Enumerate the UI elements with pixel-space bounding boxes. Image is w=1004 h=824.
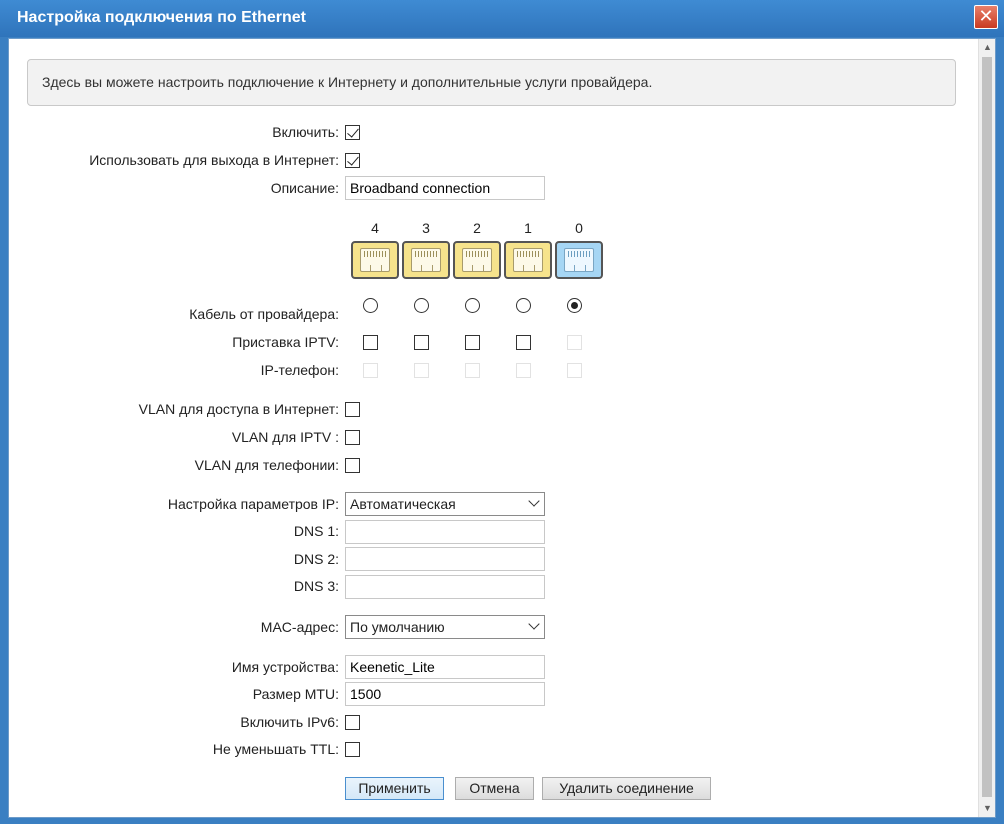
label-dns1: DNS 1: — [293, 523, 339, 539]
use-internet-checkbox[interactable] — [345, 153, 360, 168]
label-cable: Кабель от провайдера: — [189, 306, 339, 322]
enable-checkbox[interactable] — [345, 125, 360, 140]
device-name-input[interactable] — [345, 655, 545, 679]
iptv-port-1-checkbox[interactable] — [516, 335, 531, 350]
mac-value: По умолчанию — [350, 619, 445, 635]
ttl-checkbox[interactable] — [345, 742, 360, 757]
label-vlan-phone: VLAN для телефонии: — [194, 457, 339, 473]
chevron-down-icon — [528, 495, 540, 507]
vertical-scrollbar[interactable]: ▲ ▼ — [978, 39, 995, 817]
dns2-input[interactable] — [345, 547, 545, 571]
wan-port-icon — [555, 241, 603, 279]
iptv-port-2-checkbox[interactable] — [465, 335, 480, 350]
ethernet-port-icon — [453, 241, 501, 279]
dialog-content: Здесь вы можете настроить подключение к … — [8, 38, 996, 818]
ethernet-port-icon — [402, 241, 450, 279]
label-ipv6: Включить IPv6: — [240, 714, 339, 730]
label-vlan-iptv: VLAN для IPTV : — [231, 429, 339, 445]
label-ttl: Не уменьшать TTL: — [212, 741, 339, 757]
label-mtu: Размер MTU: — [252, 686, 339, 702]
dns1-input[interactable] — [345, 520, 545, 544]
ip-settings-select[interactable]: Автоматическая — [345, 492, 545, 516]
cable-port-3-radio[interactable] — [414, 298, 429, 313]
label-ip-settings: Настройка параметров IP: — [167, 496, 339, 512]
vlan-internet-checkbox[interactable] — [345, 402, 360, 417]
label-vlan-internet: VLAN для доступа в Интернет: — [138, 401, 339, 417]
cancel-button[interactable]: Отмена — [455, 777, 534, 800]
phone-port-1-checkbox — [516, 363, 531, 378]
window-title: Настройка подключения по Ethernet — [17, 9, 306, 26]
scroll-up-icon[interactable]: ▲ — [979, 39, 996, 56]
close-icon[interactable]: ✕ — [974, 5, 998, 29]
label-description: Описание: — [270, 180, 339, 196]
info-message: Здесь вы можете настроить подключение к … — [27, 59, 956, 106]
cable-port-4-radio[interactable] — [363, 298, 378, 313]
dns3-input[interactable] — [345, 575, 545, 599]
apply-button[interactable]: Применить — [345, 777, 444, 800]
scrollbar-thumb[interactable] — [982, 57, 992, 797]
cable-port-2-radio[interactable] — [465, 298, 480, 313]
label-device-name: Имя устройства: — [231, 659, 339, 675]
port-number: 3 — [422, 220, 430, 236]
ethernet-port-icon — [504, 241, 552, 279]
mac-select[interactable]: По умолчанию — [345, 615, 545, 639]
iptv-port-3-checkbox[interactable] — [414, 335, 429, 350]
scroll-down-icon[interactable]: ▼ — [979, 800, 996, 817]
iptv-port-0-checkbox — [567, 335, 582, 350]
cable-port-1-radio[interactable] — [516, 298, 531, 313]
port-number: 2 — [473, 220, 481, 236]
port-number: 4 — [371, 220, 379, 236]
ip-settings-value: Автоматическая — [350, 496, 456, 512]
ethernet-port-icon — [351, 241, 399, 279]
window-titlebar: Настройка подключения по Ethernet ✕ — [0, 0, 1004, 37]
cable-port-0-radio[interactable] — [567, 298, 582, 313]
label-ip-phone: IP-телефон: — [260, 362, 339, 378]
port-number: 0 — [575, 220, 583, 236]
ipv6-checkbox[interactable] — [345, 715, 360, 730]
label-dns3: DNS 3: — [293, 578, 339, 594]
chevron-down-icon — [528, 618, 540, 630]
phone-port-0-checkbox — [567, 363, 582, 378]
mtu-input[interactable] — [345, 682, 545, 706]
phone-port-3-checkbox — [414, 363, 429, 378]
vlan-phone-checkbox[interactable] — [345, 458, 360, 473]
phone-port-4-checkbox — [363, 363, 378, 378]
description-input[interactable] — [345, 176, 545, 200]
phone-port-2-checkbox — [465, 363, 480, 378]
iptv-port-4-checkbox[interactable] — [363, 335, 378, 350]
label-use-internet: Использовать для выхода в Интернет: — [89, 152, 339, 168]
label-dns2: DNS 2: — [293, 551, 339, 567]
port-number: 1 — [524, 220, 532, 236]
label-mac: MAC-адрес: — [260, 619, 339, 635]
delete-connection-button[interactable]: Удалить соединение — [542, 777, 711, 800]
vlan-iptv-checkbox[interactable] — [345, 430, 360, 445]
label-enable: Включить: — [272, 124, 339, 140]
label-iptv: Приставка IPTV: — [232, 334, 339, 350]
